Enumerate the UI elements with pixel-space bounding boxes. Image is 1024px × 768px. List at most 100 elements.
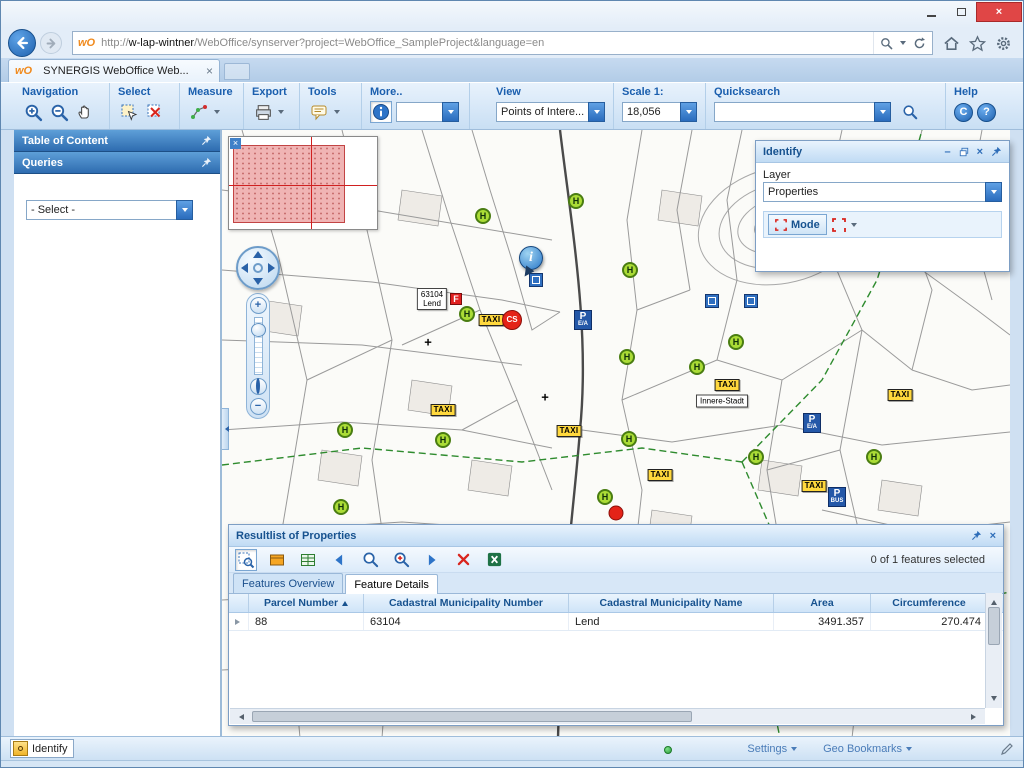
sidebar-item-queries[interactable]: Queries [14, 152, 220, 174]
window-close-button[interactable]: × [976, 2, 1022, 22]
browse-records-button[interactable] [266, 549, 288, 571]
pan-dpad[interactable] [236, 246, 280, 290]
view-select[interactable]: Points of Intere... [496, 102, 605, 122]
refresh-icon[interactable] [913, 37, 926, 50]
zoom-out-button[interactable] [48, 101, 70, 123]
zoom-to-feature-button[interactable] [359, 549, 381, 571]
refresh-table-button[interactable] [297, 549, 319, 571]
vertical-scroll-thumb[interactable] [988, 607, 1000, 645]
query-select[interactable]: - Select - [26, 200, 208, 220]
pin-icon[interactable] [201, 135, 212, 146]
favorites-star-icon[interactable] [969, 35, 986, 52]
mode-dropdown-icon[interactable] [851, 223, 857, 230]
tools-dropdown-icon[interactable] [334, 110, 340, 117]
vertical-scrollbar[interactable] [985, 593, 1002, 708]
quicksearch-input[interactable] [714, 102, 874, 122]
export-dropdown-icon[interactable] [278, 110, 284, 117]
pan-center-icon[interactable] [253, 263, 263, 273]
forward-button[interactable] [40, 32, 62, 54]
pan-down-icon[interactable] [253, 278, 263, 285]
quicksearch-dropdown-button[interactable] [874, 102, 891, 122]
new-tab-button[interactable] [224, 63, 250, 80]
pin-icon[interactable] [201, 157, 212, 168]
resultlist-titlebar[interactable]: Resultlist of Properties × [229, 525, 1003, 547]
settings-gear-icon[interactable] [995, 35, 1012, 52]
scale-select-dropdown-button[interactable] [680, 102, 697, 122]
more-select-dropdown-button[interactable] [442, 102, 459, 122]
help-button[interactable]: ? [977, 103, 996, 122]
panel-close-icon[interactable]: × [990, 530, 996, 542]
identify-panel-titlebar[interactable]: Identify – × [756, 141, 1009, 163]
scroll-right-icon[interactable] [971, 714, 979, 720]
zoom-full-extent-button[interactable] [250, 378, 267, 395]
pan-button[interactable] [74, 101, 96, 123]
zoom-to-all-button[interactable] [390, 549, 412, 571]
column-header-area[interactable]: Area [774, 594, 871, 612]
scale-select[interactable]: 18,056 [622, 102, 697, 122]
pin-icon[interactable] [991, 146, 1002, 157]
zoom-slider-handle[interactable] [251, 323, 266, 337]
horizontal-scroll-thumb[interactable] [252, 711, 692, 722]
clear-selection-button[interactable] [144, 101, 166, 123]
tab-features-overview[interactable]: Features Overview [233, 573, 343, 593]
back-button[interactable] [8, 29, 36, 57]
next-feature-button[interactable] [421, 549, 443, 571]
panel-close-icon[interactable]: × [977, 146, 983, 158]
excel-export-button[interactable] [483, 549, 505, 571]
pan-up-icon[interactable] [253, 251, 263, 258]
zoom-plus-button[interactable]: + [250, 297, 267, 314]
more-tool-select[interactable] [396, 102, 459, 122]
active-tool-indicator[interactable]: Identify [10, 739, 74, 758]
print-button[interactable] [252, 101, 274, 123]
home-icon[interactable] [943, 35, 960, 52]
scroll-up-icon[interactable] [991, 597, 997, 605]
address-bar[interactable]: wO http://w-lap-wintner/WebOffice/synser… [72, 31, 933, 55]
select-features-button[interactable] [118, 101, 140, 123]
select-result-button[interactable] [235, 549, 257, 571]
mode-button[interactable]: Mode [768, 214, 827, 235]
settings-menu[interactable]: Settings [747, 743, 797, 755]
layer-select-dropdown-button[interactable] [985, 182, 1002, 202]
zoom-slider-track[interactable] [254, 317, 263, 375]
tools-button[interactable] [308, 101, 330, 123]
column-header-parcel-number[interactable]: Parcel Number [249, 594, 364, 612]
row-expander[interactable] [229, 613, 249, 630]
contact-button[interactable]: C [954, 103, 973, 122]
address-dropdown-icon[interactable] [900, 41, 906, 48]
browser-tab[interactable]: wO SYNERGIS WebOffice Web... × [8, 59, 220, 82]
scroll-down-icon[interactable] [991, 696, 997, 704]
overview-close-icon[interactable]: × [230, 138, 241, 149]
previous-feature-button[interactable] [328, 549, 350, 571]
pan-left-icon[interactable] [241, 263, 248, 273]
selection-extent-icon[interactable] [832, 218, 846, 232]
window-minimize-button[interactable] [916, 2, 946, 22]
pin-icon[interactable] [971, 530, 982, 541]
pan-right-icon[interactable] [268, 263, 275, 273]
search-icon[interactable] [880, 37, 893, 50]
window-maximize-button[interactable] [946, 2, 976, 22]
zoom-minus-button[interactable]: − [250, 398, 267, 415]
panel-restore-icon[interactable] [959, 147, 969, 157]
measure-button[interactable] [188, 101, 210, 123]
quicksearch-combo[interactable] [714, 102, 891, 122]
view-select-dropdown-button[interactable] [588, 102, 605, 122]
column-header-circumference[interactable]: Circumference [871, 594, 988, 612]
sidebar-item-table-of-content[interactable]: Table of Content [14, 130, 220, 152]
panel-minimize-icon[interactable]: – [944, 146, 950, 158]
measure-dropdown-icon[interactable] [214, 110, 220, 117]
identify-tool-button[interactable] [370, 101, 392, 123]
remove-results-button[interactable] [452, 549, 474, 571]
edit-pencil-icon[interactable] [1000, 742, 1014, 756]
quicksearch-go-button[interactable] [899, 101, 921, 123]
overview-extent-box[interactable] [233, 145, 345, 223]
sidebar-collapse-handle[interactable] [222, 408, 229, 450]
tab-close-icon[interactable]: × [206, 66, 213, 76]
geo-bookmarks-menu[interactable]: Geo Bookmarks [823, 743, 912, 755]
query-select-dropdown-button[interactable] [176, 200, 193, 220]
column-header-cadastral-municipality-name[interactable]: Cadastral Municipality Name [569, 594, 774, 612]
layer-select[interactable]: Properties [763, 182, 1002, 202]
column-header-cadastral-municipality-number[interactable]: Cadastral Municipality Number [364, 594, 569, 612]
table-row[interactable]: 88 63104 Lend 3491.357 270.474 [229, 613, 1003, 631]
horizontal-scrollbar[interactable] [230, 708, 985, 724]
overview-map[interactable]: × [228, 136, 378, 230]
